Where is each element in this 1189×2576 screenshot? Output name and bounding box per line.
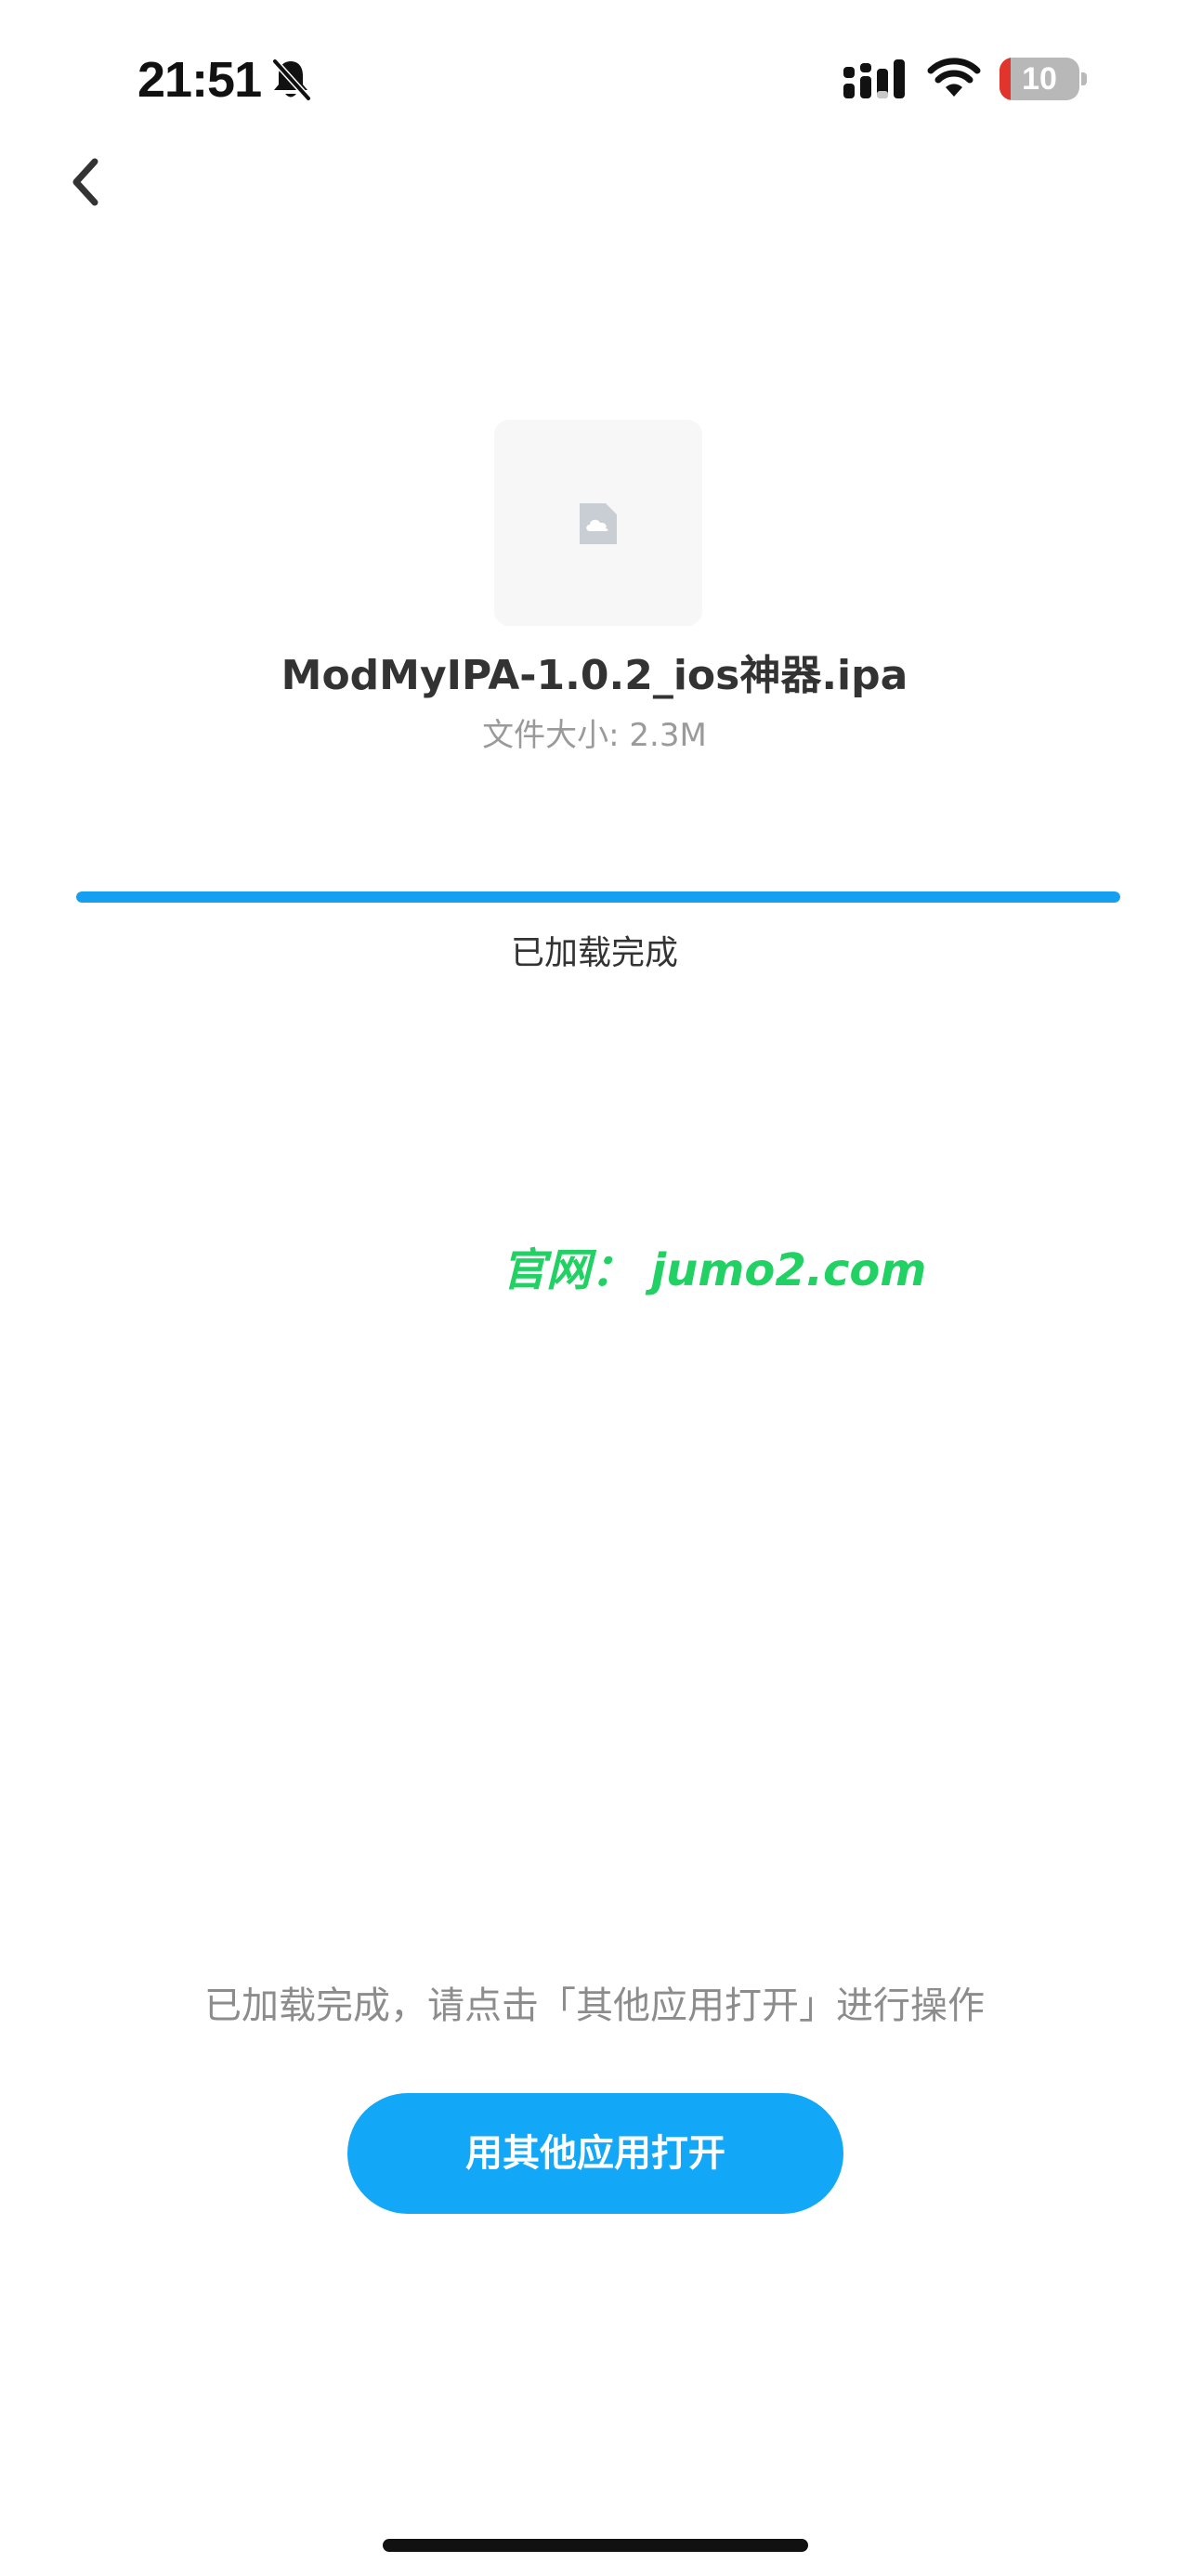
progress-status: 已加载完成 [510,934,678,972]
cloud-file-icon [580,503,617,544]
wifi-icon [927,58,981,97]
watermark-text: 官网： jumo2.com [502,1244,927,1296]
file-size: 文件大小: 2.3M [482,717,707,754]
status-time: 21:51 [137,52,262,108]
back-button[interactable] [54,149,121,215]
progress-fill [76,891,1120,903]
battery-icon: 10 [1000,58,1089,100]
file-name: ModMyIPA-1.0.2_ios神器.ipa [281,652,908,699]
open-with-other-app-button[interactable]: 用其他应用打开 [347,2093,843,2214]
cellular-signal-icon [843,59,905,98]
status-bar: 21:51 10 [0,0,1189,158]
chevron-left-icon [72,158,98,206]
bell-slash-icon [271,58,312,102]
battery-level: 10 [1022,61,1057,97]
file-thumbnail [494,420,702,626]
hint-text: 已加载完成，请点击「其他应用打开」进行操作 [204,1984,985,2027]
home-indicator[interactable] [383,2539,808,2552]
progress-bar [76,891,1120,903]
